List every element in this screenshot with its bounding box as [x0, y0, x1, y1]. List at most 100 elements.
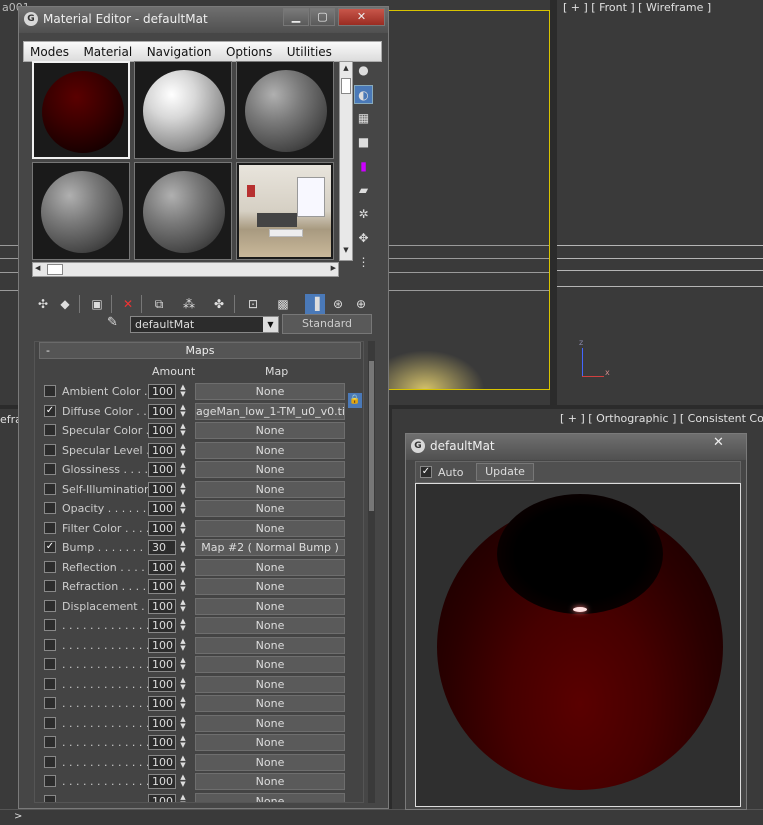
map-enable-checkbox[interactable] [44, 560, 56, 573]
map-enable-checkbox[interactable] [44, 638, 56, 651]
map-enable-checkbox[interactable] [44, 443, 56, 456]
amount-spinner[interactable]: ▲▼ [178, 540, 188, 555]
amount-input[interactable]: 100 [148, 423, 176, 438]
map-enable-checkbox[interactable] [44, 697, 56, 709]
show-end-result-icon[interactable]: ▐ [305, 294, 325, 314]
menu-options[interactable]: Options [220, 42, 277, 59]
amount-spinner[interactable]: ▲▼ [178, 403, 188, 419]
amount-spinner[interactable]: ▲▼ [178, 598, 188, 614]
material-map-navigator-icon[interactable]: ⋮ [354, 253, 373, 272]
sample-slot-1[interactable] [32, 61, 130, 159]
eyedropper-icon[interactable]: ✎ [107, 315, 123, 333]
maps-rollout-header[interactable]: - Maps [39, 342, 361, 359]
sample-uv-tiling-icon[interactable]: ■ [354, 133, 373, 152]
amount-spinner[interactable]: ▲▼ [178, 423, 188, 438]
amount-input[interactable]: 100 [148, 696, 176, 711]
map-slot-button[interactable]: None [195, 656, 345, 673]
amount-spinner[interactable]: ▲▼ [178, 384, 188, 399]
preview-close-button[interactable]: ✕ [695, 435, 742, 453]
reset-map-icon[interactable]: ✕ [118, 294, 138, 314]
map-enable-checkbox[interactable] [44, 424, 56, 436]
map-slot-button[interactable]: None [195, 753, 345, 771]
material-editor-titlebar[interactable]: G Material Editor - defaultMat ▁ ▢ ✕ [19, 7, 388, 33]
amount-input[interactable]: 100 [148, 715, 176, 731]
amount-spinner[interactable]: ▲▼ [178, 657, 188, 672]
amount-input[interactable]: 100 [148, 735, 176, 750]
map-enable-checkbox[interactable] [44, 736, 56, 748]
map-enable-checkbox[interactable] [44, 619, 56, 631]
amount-input[interactable]: 100 [148, 754, 176, 770]
map-enable-checkbox[interactable] [44, 482, 56, 495]
menu-navigation[interactable]: Navigation [141, 42, 217, 59]
menu-utilities[interactable]: Utilities [281, 42, 337, 59]
amount-input[interactable]: 100 [148, 774, 176, 789]
map-slot-button[interactable]: None [195, 695, 345, 712]
material-id-channel-icon[interactable]: ⊡ [243, 294, 263, 314]
amount-input[interactable]: 30 [148, 540, 176, 555]
auto-checkbox[interactable]: ✓ [420, 466, 432, 478]
amount-spinner[interactable]: ▲▼ [178, 579, 188, 594]
amount-input[interactable]: 100 [148, 403, 176, 419]
go-to-parent-icon[interactable]: ⊛ [328, 294, 348, 314]
amount-input[interactable]: 100 [148, 462, 176, 477]
background-checker-icon[interactable]: ▦ [354, 109, 373, 128]
map-enable-checkbox[interactable] [44, 716, 56, 729]
amount-input[interactable]: 100 [148, 384, 176, 399]
sample-slot-3[interactable] [236, 61, 334, 159]
map-enable-checkbox[interactable] [44, 385, 56, 397]
map-slot-button[interactable]: ageMan_low_1-TM_u0_v0.tif) [195, 402, 345, 420]
map-slot-button[interactable]: None [195, 461, 345, 478]
amount-spinner[interactable]: ▲▼ [178, 715, 188, 731]
map-slot-button[interactable]: None [195, 636, 345, 654]
map-slot-button[interactable]: None [195, 617, 345, 634]
map-slot-button[interactable]: None [195, 500, 345, 517]
map-slot-button[interactable]: None [195, 422, 345, 439]
close-button[interactable]: ✕ [338, 8, 385, 26]
make-unique-icon[interactable]: ⁂ [179, 294, 199, 314]
maps-scrollbar[interactable] [368, 341, 375, 803]
amount-input[interactable]: 100 [148, 520, 176, 536]
put-to-library-icon[interactable]: ✤ [209, 294, 229, 314]
make-preview-icon[interactable]: ▰ [354, 181, 373, 200]
map-enable-checkbox[interactable] [44, 677, 56, 690]
map-slot-button[interactable]: None [195, 558, 345, 576]
map-enable-checkbox[interactable] [44, 580, 56, 592]
amount-spinner[interactable]: ▲▼ [178, 520, 188, 536]
sample-type-icon[interactable]: ● [354, 61, 373, 80]
minimize-button[interactable]: ▁ [283, 8, 309, 26]
map-slot-button[interactable]: None [195, 734, 345, 751]
video-color-check-icon[interactable]: ▮ [354, 157, 373, 176]
amount-input[interactable]: 100 [148, 481, 176, 497]
map-enable-checkbox[interactable] [44, 599, 56, 612]
preview-titlebar[interactable]: G defaultMat ✕ [406, 434, 746, 460]
amount-input[interactable]: 100 [148, 793, 176, 802]
maximize-button[interactable]: ▢ [310, 8, 335, 26]
map-enable-checkbox[interactable] [44, 658, 56, 670]
amount-spinner[interactable]: ▲▼ [178, 481, 188, 497]
amount-input[interactable]: 100 [148, 442, 176, 458]
amount-input[interactable]: 100 [148, 579, 176, 594]
map-enable-checkbox[interactable] [44, 794, 56, 802]
amount-spinner[interactable]: ▲▼ [178, 754, 188, 770]
map-enable-checkbox[interactable] [44, 463, 56, 475]
make-material-copy-icon[interactable]: ⧉ [149, 294, 169, 314]
amount-spinner[interactable]: ▲▼ [178, 637, 188, 653]
amount-input[interactable]: 100 [148, 676, 176, 692]
menu-modes[interactable]: Modes [24, 42, 74, 59]
amount-spinner[interactable]: ▲▼ [178, 696, 188, 711]
assign-material-icon[interactable]: ▣ [87, 294, 107, 314]
options-icon[interactable]: ✲ [354, 205, 373, 224]
viewport-front[interactable]: [ + ] [ Front ] [ Wireframe ] z x [557, 0, 763, 405]
amount-input[interactable]: 100 [148, 618, 176, 633]
map-slot-button[interactable]: None [195, 578, 345, 595]
material-type-button[interactable]: Standard [282, 314, 372, 334]
sample-slot-2[interactable] [134, 61, 232, 159]
map-slot-button[interactable]: None [195, 519, 345, 537]
select-by-material-icon[interactable]: ✥ [354, 229, 373, 248]
amount-spinner[interactable]: ▲▼ [178, 442, 188, 458]
backlight-icon[interactable]: ◐ [354, 85, 373, 104]
slots-vertical-scrollbar[interactable]: ▲ ▼ [339, 61, 353, 261]
sample-slot-6[interactable] [236, 162, 334, 260]
update-button[interactable]: Update [476, 463, 534, 481]
amount-spinner[interactable]: ▲▼ [178, 618, 188, 633]
